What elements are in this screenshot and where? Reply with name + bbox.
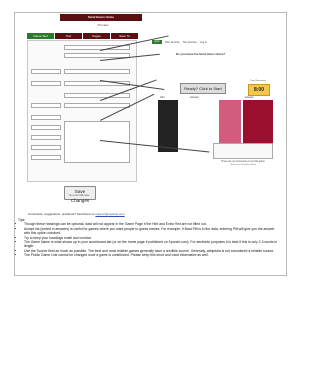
field-5[interactable] [31, 81, 61, 86]
support-email-link[interactable]: support@sporcle.com [95, 212, 124, 216]
field-8[interactable] [31, 103, 61, 108]
field-9[interactable] [64, 103, 130, 108]
tab-text[interactable]: Text [55, 33, 82, 39]
tips-list: Though these headings can be optional, d… [18, 222, 281, 257]
save-changes-button[interactable]: Save Changes [64, 186, 96, 203]
comments-text: Comments, suggestions, problems? Send th… [28, 212, 95, 216]
comments-subtext: Share your thoughts below [229, 164, 257, 166]
comments-status-text: There are no comments yet on this game [221, 160, 265, 163]
editor-title-bar: Send Hours Home [60, 14, 142, 21]
field-13[interactable] [31, 145, 61, 150]
save-note: You must click save [68, 194, 90, 197]
field-4[interactable] [64, 69, 130, 74]
quiz-badge: Quiz [152, 40, 162, 44]
nav-link-play[interactable]: Play Sporcle [165, 41, 180, 44]
editor-tabs: Game Text Text Pages Save To [27, 33, 138, 39]
game-nav: Quiz Play Sporcle Top Quizzes Log in [152, 40, 207, 44]
field-10[interactable] [31, 115, 61, 120]
game-settings-form [27, 40, 137, 182]
hint-column [158, 100, 178, 152]
comments-line: Comments, suggestions, problems? Send th… [28, 212, 125, 216]
tips-section: Tips: Though these headings can be optio… [18, 218, 281, 258]
column-header-hint: Hint [160, 96, 165, 99]
tip-item: The Game Name is what shows up in your s… [24, 240, 281, 249]
start-game-button[interactable]: Ready? Click to Start [180, 83, 226, 94]
tab-save-to[interactable]: Save To [111, 33, 138, 39]
time-remaining-label: Time Remaining [250, 80, 266, 82]
comments-box[interactable] [213, 143, 273, 159]
field-12[interactable] [31, 135, 61, 140]
nav-link-top[interactable]: Top Quizzes [183, 41, 197, 44]
preview-label: Preview [97, 23, 109, 27]
field-14[interactable] [31, 155, 61, 160]
column-header-answer-2: Answer [245, 96, 254, 99]
tip-item: Accept list (sorted in answers) is usefu… [24, 227, 281, 236]
game-question-title: Do you know the Send Hours Home? [176, 52, 226, 56]
timer-display: 8:00 [248, 84, 270, 96]
tip-item: The Public Game Link cannot be changed o… [24, 253, 281, 257]
field-7[interactable] [64, 93, 130, 98]
nav-link-login[interactable]: Log in [200, 41, 207, 44]
tab-game-text[interactable]: Game Text [27, 33, 54, 39]
field-3[interactable] [31, 69, 61, 74]
field-11[interactable] [31, 125, 61, 130]
column-header-answer: Answer [190, 96, 199, 99]
tab-pages[interactable]: Pages [83, 33, 110, 39]
